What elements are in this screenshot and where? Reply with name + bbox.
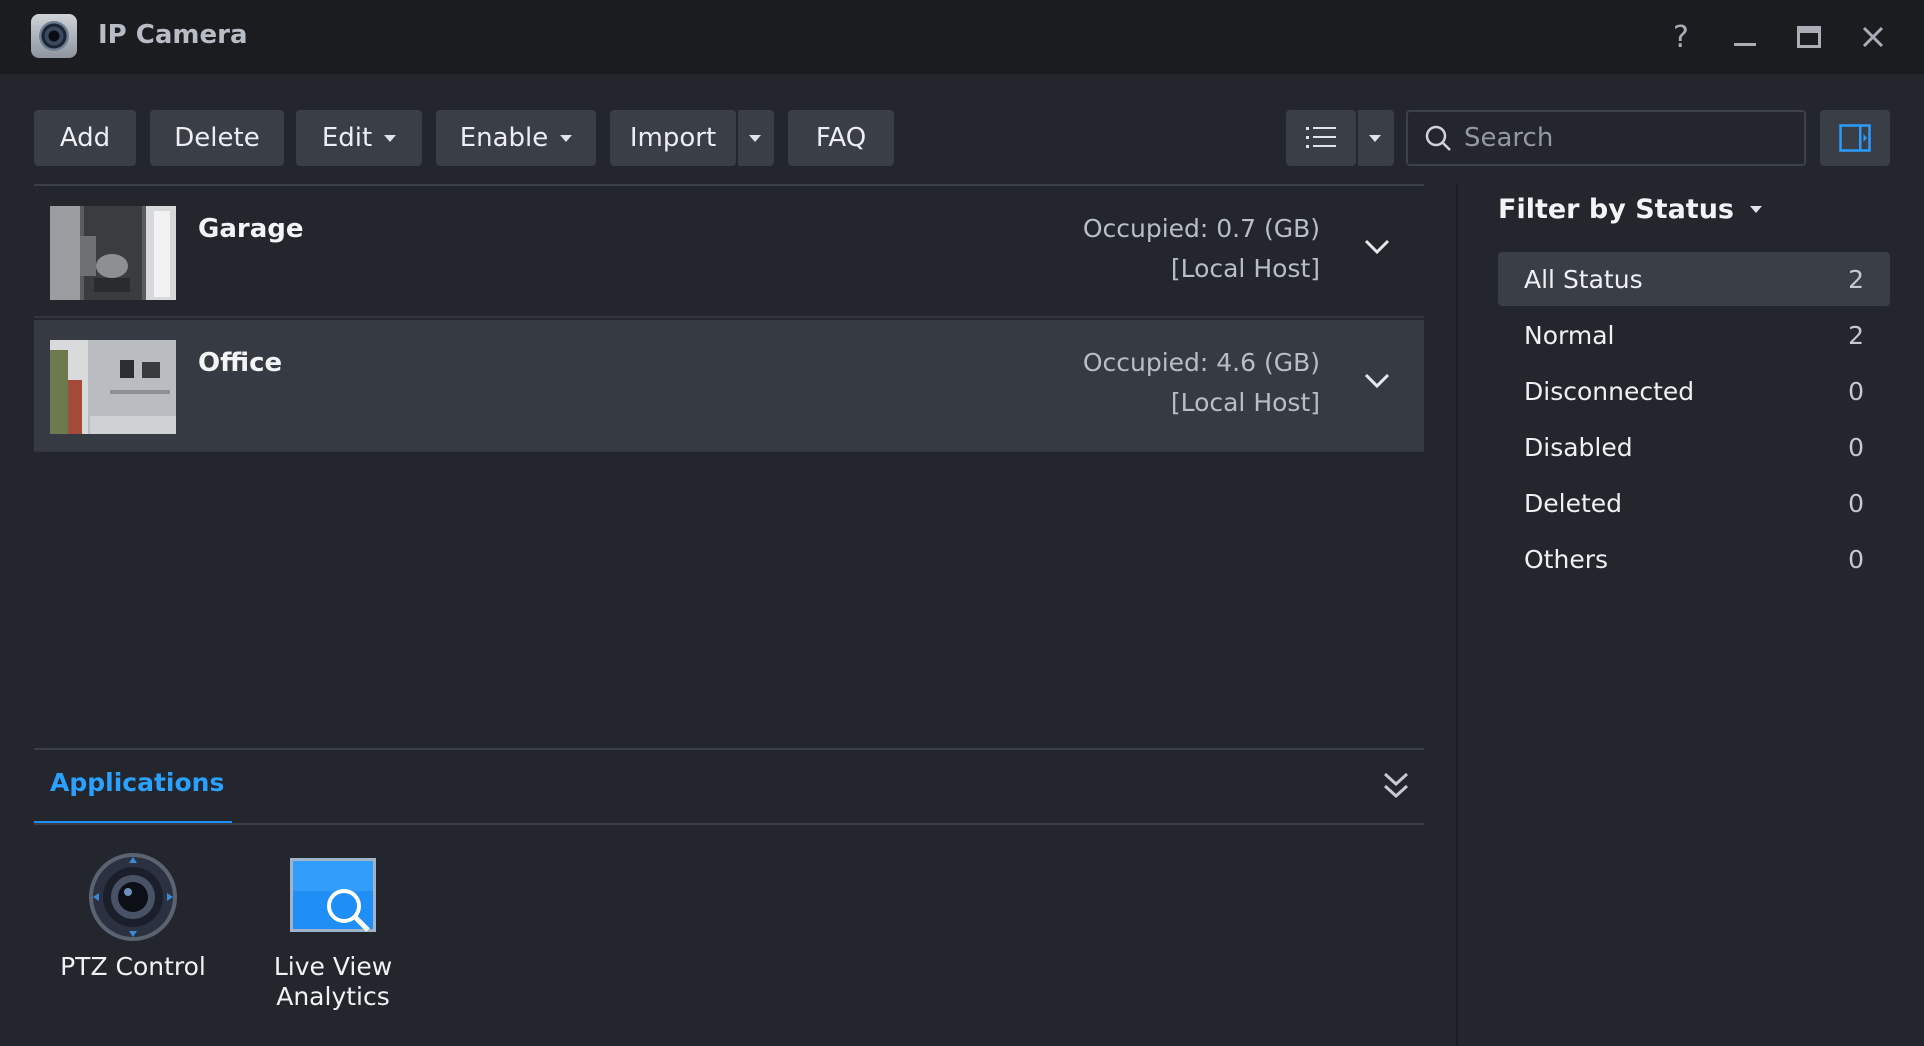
filter-count: 2 [1848,264,1864,294]
app-live-view-analytics[interactable]: Live View Analytics [238,852,428,1012]
delete-button[interactable]: Delete [150,110,284,166]
filter-count: 0 [1848,544,1864,574]
camera-name: Office [198,348,283,378]
maximize-icon[interactable] [1790,18,1828,56]
caret-down-icon [1750,206,1762,213]
applications-divider [34,748,1424,750]
caret-down-icon [1369,134,1381,142]
import-dropdown-button[interactable] [736,110,774,166]
app-label-line2: Analytics [276,982,390,1011]
double-chevron-down-icon[interactable] [1378,768,1414,804]
camera-name: Garage [198,214,304,244]
filter-label: Disabled [1524,432,1633,462]
search-input[interactable] [1464,123,1784,153]
ip-camera-app-icon [31,14,77,58]
app-ptz-control[interactable]: PTZ Control [38,852,228,982]
import-button[interactable]: Import [610,110,736,166]
enable-button-label: Enable [459,123,549,153]
minimize-icon[interactable] [1726,18,1764,56]
side-panel-icon [1839,124,1871,152]
camera-occupied: Occupied: 4.6 (GB) [1082,348,1320,377]
camera-host: [Local Host] [1170,388,1320,417]
filter-by-status-dropdown[interactable]: Filter by Status [1498,194,1762,225]
faq-button[interactable]: FAQ [788,110,894,166]
camera-host: [Local Host] [1170,254,1320,283]
chevron-down-icon[interactable] [1360,364,1394,398]
filter-count: 0 [1848,376,1864,406]
filter-item-normal[interactable]: Normal 2 [1498,308,1890,362]
camera-row-office[interactable]: Office Occupied: 4.6 (GB) [Local Host] [34,320,1424,452]
filter-count: 2 [1848,320,1864,350]
search-icon [1425,125,1451,151]
help-icon[interactable]: ? [1662,18,1700,56]
tab-applications[interactable]: Applications [50,768,224,797]
add-button-label: Add [59,123,111,153]
filter-item-disconnected[interactable]: Disconnected 0 [1498,364,1890,418]
caret-down-icon [560,134,573,142]
chevron-down-icon[interactable] [1360,230,1394,264]
faq-button-label: FAQ [815,123,867,153]
add-button[interactable]: Add [34,110,136,166]
delete-button-label: Delete [174,123,260,153]
filter-item-deleted[interactable]: Deleted 0 [1498,476,1890,530]
edit-dropdown-button[interactable]: Edit [296,110,422,166]
filter-label: Deleted [1524,488,1623,518]
app-label: Live View [273,952,393,981]
filter-item-all-status[interactable]: All Status 2 [1498,252,1890,306]
list-view-icon [1306,127,1336,148]
toggle-filter-panel-button[interactable] [1820,110,1890,166]
edit-button-label: Edit [321,123,373,153]
filter-label: All Status [1524,264,1643,294]
title-bar: IP Camera ? [0,0,1924,74]
filter-label: Normal [1524,320,1615,350]
caret-down-icon [384,134,397,142]
view-mode-dropdown-button[interactable] [1356,110,1394,166]
ptz-control-icon [89,853,177,941]
filter-title-label: Filter by Status [1498,194,1734,225]
live-view-analytics-icon [290,858,376,932]
close-icon[interactable] [1854,18,1892,56]
enable-dropdown-button[interactable]: Enable [436,110,596,166]
filter-label: Others [1524,544,1609,574]
filter-item-others[interactable]: Others 0 [1498,532,1890,586]
camera-thumbnail-office [50,340,176,434]
tabs-divider [34,823,1424,825]
caret-down-icon [749,134,761,142]
filter-label: Disconnected [1524,376,1695,406]
search-box[interactable] [1406,110,1806,166]
camera-row-garage[interactable]: Garage Occupied: 0.7 (GB) [Local Host] [34,186,1424,318]
filter-item-disabled[interactable]: Disabled 0 [1498,420,1890,474]
camera-occupied: Occupied: 0.7 (GB) [1082,214,1320,243]
help-glyph: ? [1673,19,1689,55]
panel-divider [1456,184,1458,1046]
filter-count: 0 [1848,488,1864,518]
import-button-label: Import [629,123,717,153]
app-label: PTZ Control [60,952,206,981]
camera-thumbnail-garage [50,206,176,300]
filter-count: 0 [1848,432,1864,462]
list-view-button[interactable] [1286,110,1356,166]
window-title: IP Camera [98,20,248,50]
